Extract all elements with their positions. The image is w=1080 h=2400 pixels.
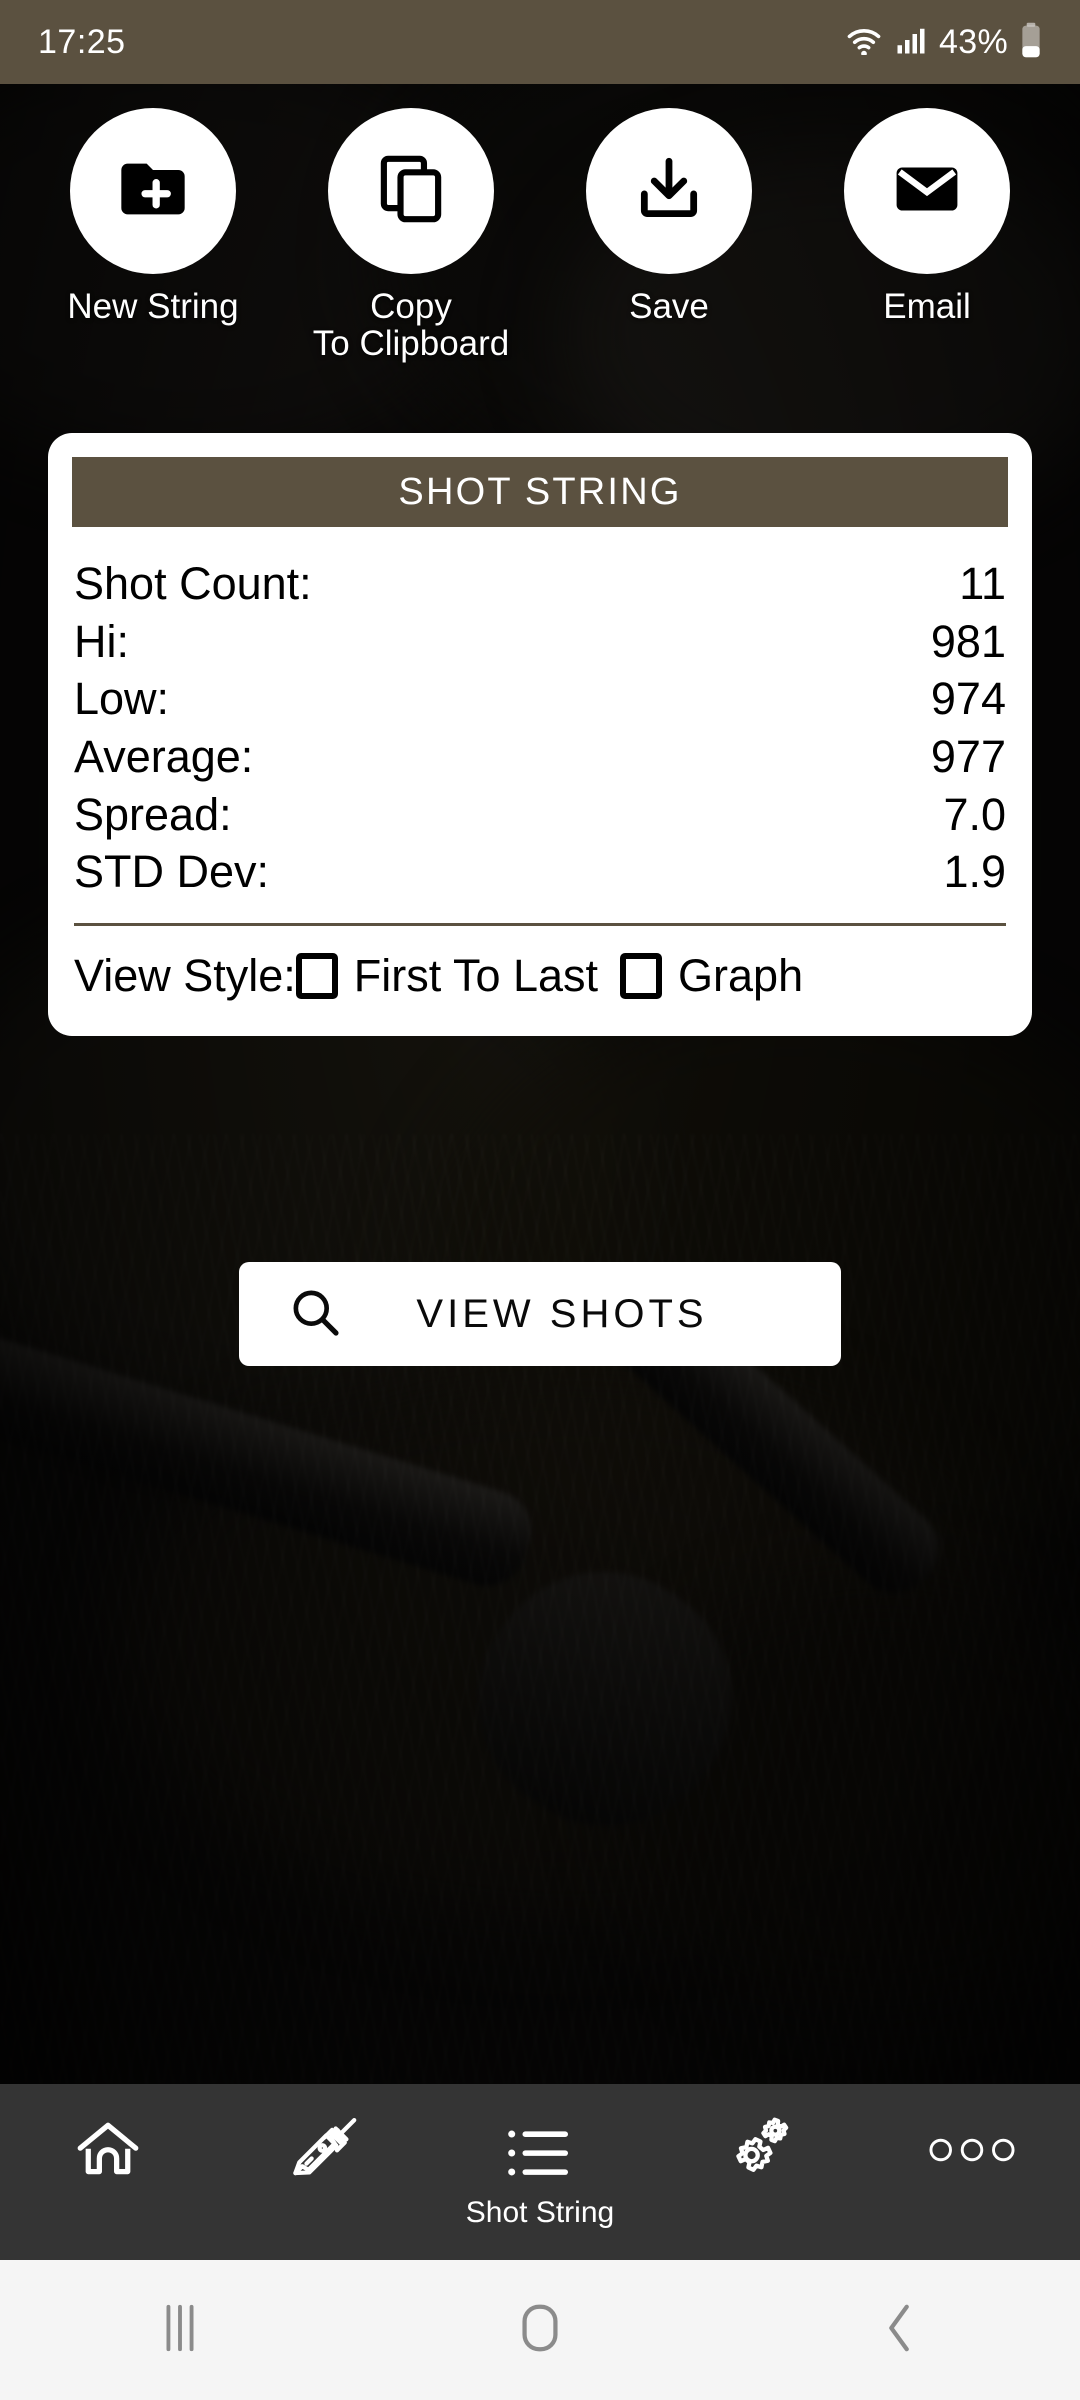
battery-icon bbox=[1020, 22, 1042, 63]
view-style-label: View Style: bbox=[74, 950, 296, 1002]
recents-button[interactable] bbox=[0, 2301, 360, 2360]
stat-row-std-dev: STD Dev: 1.9 bbox=[74, 843, 1006, 901]
download-icon bbox=[632, 152, 706, 231]
save-button-circle[interactable] bbox=[586, 108, 752, 274]
recents-icon bbox=[160, 2301, 200, 2360]
stat-label: Low: bbox=[74, 673, 170, 725]
rifle-scope-icon bbox=[285, 2111, 363, 2194]
checkbox-first-to-last-box[interactable] bbox=[295, 953, 338, 1000]
new-string-button-circle[interactable] bbox=[70, 108, 236, 274]
save-button[interactable]: Save bbox=[540, 108, 798, 362]
email-label: Email bbox=[883, 287, 971, 326]
stat-row-shot-count: Shot Count: 11 bbox=[74, 555, 1006, 613]
copy-icon bbox=[374, 152, 448, 231]
nav-item-shot-string-label: Shot String bbox=[465, 2195, 615, 2229]
stat-value: 1.9 bbox=[943, 846, 1006, 898]
nav-item-rifle[interactable] bbox=[216, 2084, 432, 2260]
folder-plus-icon bbox=[115, 151, 191, 232]
statistics-list: Shot Count: 11 Hi: 981 Low: 974 Average:… bbox=[48, 527, 1032, 901]
shot-string-card: SHOT STRING Shot Count: 11 Hi: 981 Low: … bbox=[48, 433, 1032, 1037]
view-shots-label: VIEW SHOTS bbox=[416, 1291, 708, 1336]
home-button[interactable] bbox=[360, 2301, 720, 2360]
checkbox-graph[interactable]: Graph bbox=[620, 950, 803, 1002]
nav-item-home[interactable] bbox=[0, 2084, 216, 2260]
checkbox-graph-label: Graph bbox=[678, 950, 804, 1002]
stat-label: STD Dev: bbox=[74, 846, 270, 898]
stat-row-hi: Hi: 981 bbox=[74, 613, 1006, 671]
home-icon bbox=[71, 2113, 145, 2192]
stat-value: 7.0 bbox=[943, 788, 1006, 840]
status-bar: 17:25 43% bbox=[0, 0, 1080, 84]
back-chevron-icon bbox=[881, 2301, 919, 2360]
envelope-icon bbox=[889, 151, 965, 232]
system-navigation-bar bbox=[0, 2260, 1080, 2400]
copy-to-clipboard-button[interactable]: Copy To Clipboard bbox=[282, 108, 540, 362]
nav-item-more[interactable] bbox=[864, 2084, 1080, 2260]
stat-value: 977 bbox=[930, 731, 1006, 783]
wifi-icon bbox=[845, 25, 883, 60]
app-screen: 17:25 43% New String Copy To Clipboard S… bbox=[0, 0, 1080, 2400]
nav-item-settings[interactable] bbox=[648, 2084, 864, 2260]
stat-label: Spread: bbox=[74, 788, 232, 840]
stat-row-spread: Spread: 7.0 bbox=[74, 786, 1006, 844]
checkbox-graph-box[interactable] bbox=[620, 953, 663, 1000]
card-title-bar: SHOT STRING bbox=[72, 457, 1008, 527]
status-bar-clock: 17:25 bbox=[38, 22, 126, 61]
new-string-button[interactable]: New String bbox=[24, 108, 282, 362]
stat-label: Shot Count: bbox=[74, 558, 312, 609]
checkbox-first-to-last-label: First To Last bbox=[353, 950, 599, 1002]
home-pill-icon bbox=[518, 2301, 562, 2360]
stat-row-low: Low: 974 bbox=[74, 670, 1006, 728]
email-button[interactable]: Email bbox=[798, 108, 1056, 362]
list-icon bbox=[505, 2125, 575, 2186]
copy-to-clipboard-button-circle[interactable] bbox=[328, 108, 494, 274]
stat-label: Hi: bbox=[74, 615, 129, 667]
stat-value: 11 bbox=[959, 558, 1006, 609]
checkbox-first-to-last[interactable]: First To Last bbox=[295, 950, 599, 1002]
save-label: Save bbox=[629, 287, 709, 326]
new-string-label: New String bbox=[67, 287, 239, 326]
stat-row-average: Average: 977 bbox=[74, 728, 1006, 786]
view-style-row: View Style: First To Last Graph bbox=[48, 926, 1032, 1036]
search-icon bbox=[287, 1284, 343, 1345]
stat-value: 974 bbox=[930, 673, 1006, 725]
more-dots-icon bbox=[929, 2135, 1015, 2170]
nav-item-shot-string[interactable]: Shot String bbox=[432, 2084, 648, 2260]
gears-icon bbox=[718, 2112, 794, 2193]
email-button-circle[interactable] bbox=[844, 108, 1010, 274]
background-photo bbox=[0, 84, 1080, 2084]
action-button-row: New String Copy To Clipboard Save Email bbox=[0, 108, 1080, 362]
page-title: SHOT STRING bbox=[398, 470, 682, 513]
stat-value: 981 bbox=[930, 615, 1006, 667]
bottom-navigation-bar: Shot String bbox=[0, 2084, 1080, 2260]
view-shots-button[interactable]: VIEW SHOTS bbox=[239, 1262, 841, 1366]
stat-label: Average: bbox=[74, 731, 254, 783]
signal-bars-icon bbox=[895, 25, 927, 60]
copy-to-clipboard-label: Copy To Clipboard bbox=[312, 287, 510, 364]
battery-percent-label: 43% bbox=[939, 22, 1008, 61]
back-button[interactable] bbox=[720, 2301, 1080, 2360]
